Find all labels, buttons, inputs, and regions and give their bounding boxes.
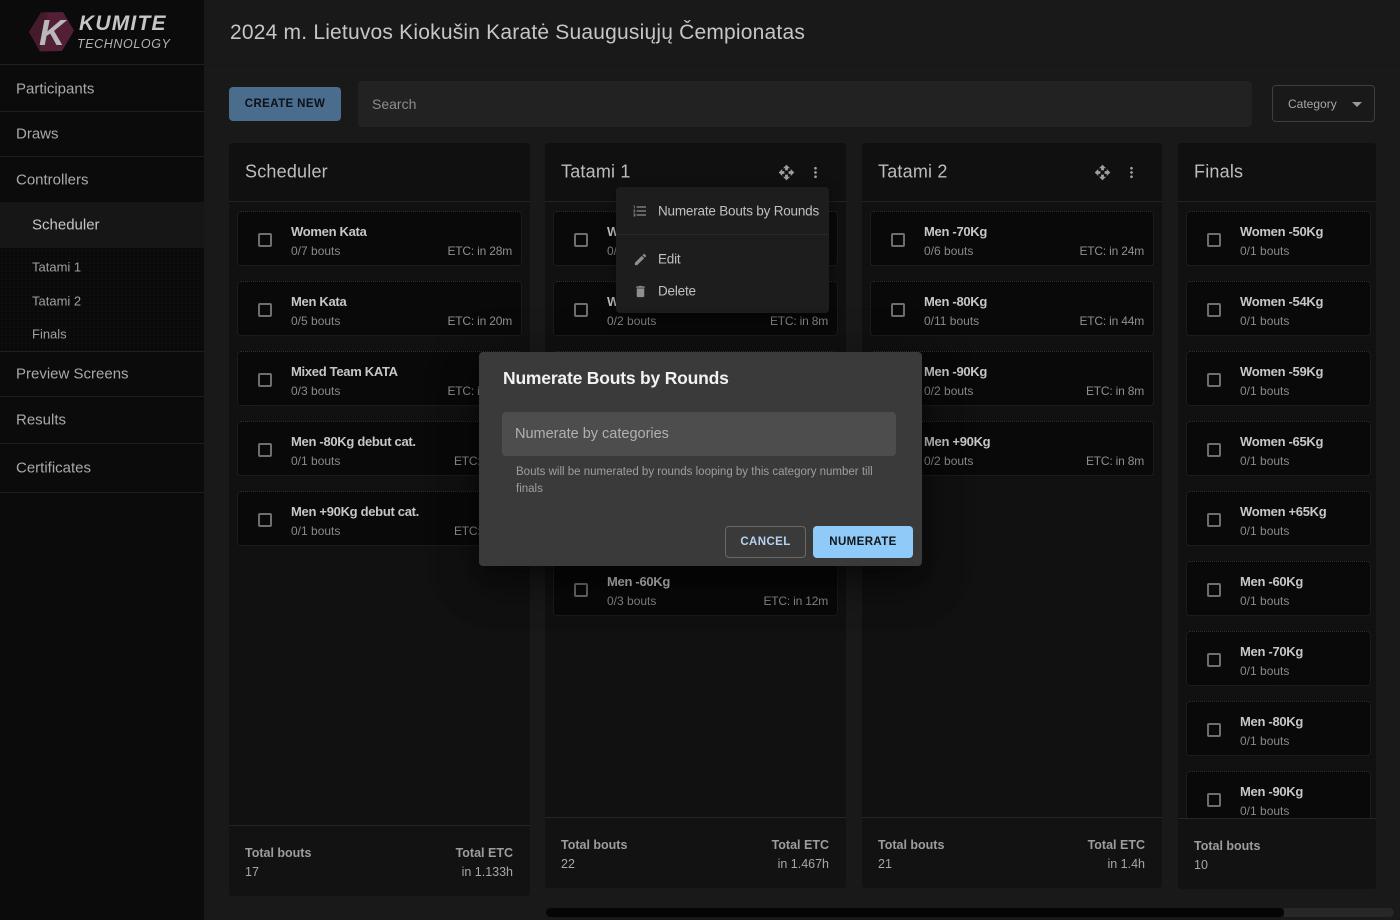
svg-text:K: K	[39, 12, 68, 53]
svg-text:TECHNOLOGY: TECHNOLOGY	[77, 37, 172, 51]
svg-text:KUMITE: KUMITE	[79, 12, 167, 35]
